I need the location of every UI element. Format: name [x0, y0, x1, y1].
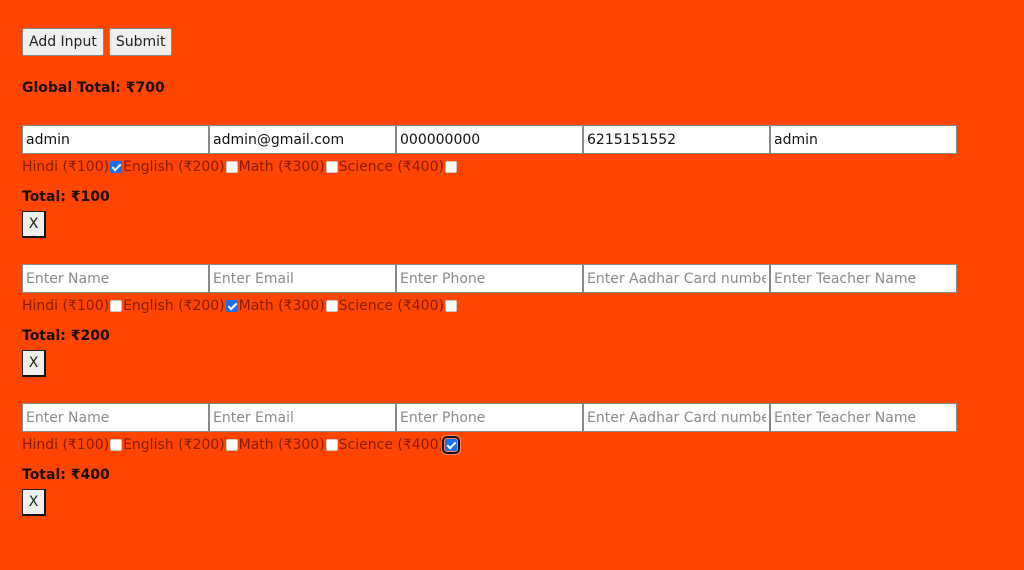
subject-checkbox[interactable]	[110, 438, 123, 451]
subject-label: Math (₹300)	[238, 297, 325, 314]
teacher-input[interactable]	[770, 125, 957, 154]
teacher-input[interactable]	[770, 264, 957, 293]
entry-inputs	[22, 125, 982, 154]
entry-total: Total: ₹200	[22, 328, 110, 344]
subject-checkbox[interactable]	[225, 299, 238, 312]
subject-label: Science (₹400)	[338, 297, 444, 314]
subject-option[interactable]: English (₹200)	[123, 437, 239, 453]
subject-option[interactable]: Hindi (₹100)	[22, 437, 123, 453]
subject-checkbox[interactable]	[444, 160, 457, 173]
entry-inputs	[22, 403, 982, 432]
toolbar: Add Input Submit	[22, 28, 173, 56]
remove-entry-button[interactable]: X	[22, 489, 46, 516]
subject-label: Science (₹400)	[338, 436, 444, 453]
subject-label: Science (₹400)	[338, 158, 444, 175]
subject-checkbox[interactable]	[325, 299, 338, 312]
aadhar-input[interactable]	[583, 264, 770, 293]
subject-checkboxes: Hindi (₹100) English (₹200) Math (₹300) Sci…	[22, 158, 982, 175]
teacher-input[interactable]	[770, 403, 957, 432]
name-input[interactable]	[22, 264, 209, 293]
subject-checkboxes: Hindi (₹100) English (₹200) Math (₹300) Sci…	[22, 435, 982, 454]
subject-label: Hindi (₹100)	[22, 158, 110, 175]
subject-checkbox[interactable]	[325, 160, 338, 173]
subject-checkboxes: Hindi (₹100) English (₹200) Math (₹300) Sci…	[22, 297, 982, 314]
subject-label: English (₹200)	[123, 297, 225, 314]
entry-inputs	[22, 264, 982, 293]
subject-checkbox[interactable]	[225, 160, 238, 173]
subject-label: Hindi (₹100)	[22, 436, 110, 453]
subject-checkbox[interactable]	[225, 438, 238, 451]
add-input-button[interactable]: Add Input	[22, 28, 104, 56]
subject-option[interactable]: Math (₹300)	[239, 298, 339, 314]
subject-option[interactable]: English (₹200)	[123, 159, 239, 175]
remove-entry-button[interactable]: X	[22, 211, 46, 238]
email-input[interactable]	[209, 403, 396, 432]
submit-button[interactable]: Submit	[108, 28, 173, 56]
subject-checkbox[interactable]	[441, 435, 460, 454]
phone-input[interactable]	[396, 403, 583, 432]
email-input[interactable]	[209, 125, 396, 154]
subject-label: Math (₹300)	[238, 436, 325, 453]
subject-option[interactable]: Hindi (₹100)	[22, 159, 123, 175]
name-input[interactable]	[22, 403, 209, 432]
entry-total: Total: ₹400	[22, 467, 110, 483]
subject-option[interactable]: Science (₹400)	[339, 159, 458, 175]
subject-option[interactable]: Math (₹300)	[239, 159, 339, 175]
subject-option[interactable]: Science (₹400)	[338, 435, 460, 454]
phone-input[interactable]	[396, 264, 583, 293]
subject-label: Math (₹300)	[238, 158, 325, 175]
aadhar-input[interactable]	[583, 403, 770, 432]
subject-option[interactable]: Science (₹400)	[339, 298, 458, 314]
subject-checkbox[interactable]	[325, 438, 338, 451]
subject-checkbox[interactable]	[110, 299, 123, 312]
remove-entry-button[interactable]: X	[22, 350, 46, 377]
subject-label: English (₹200)	[123, 158, 225, 175]
email-input[interactable]	[209, 264, 396, 293]
entry-row: Hindi (₹100) English (₹200) Math (₹300) Sci…	[22, 125, 982, 238]
entry-row: Hindi (₹100) English (₹200) Math (₹300) Sci…	[22, 403, 982, 516]
subject-option[interactable]: Math (₹300)	[239, 437, 339, 453]
subject-option[interactable]: English (₹200)	[123, 298, 239, 314]
subject-option[interactable]: Hindi (₹100)	[22, 298, 123, 314]
phone-input[interactable]	[396, 125, 583, 154]
global-total: Global Total: ₹700	[22, 80, 165, 96]
subject-label: Hindi (₹100)	[22, 297, 110, 314]
entry-row: Hindi (₹100) English (₹200) Math (₹300) Sci…	[22, 264, 982, 377]
name-input[interactable]	[22, 125, 209, 154]
aadhar-input[interactable]	[583, 125, 770, 154]
subject-label: English (₹200)	[123, 436, 225, 453]
entry-total: Total: ₹100	[22, 189, 110, 205]
subject-checkbox[interactable]	[444, 299, 457, 312]
subject-checkbox[interactable]	[110, 160, 123, 173]
